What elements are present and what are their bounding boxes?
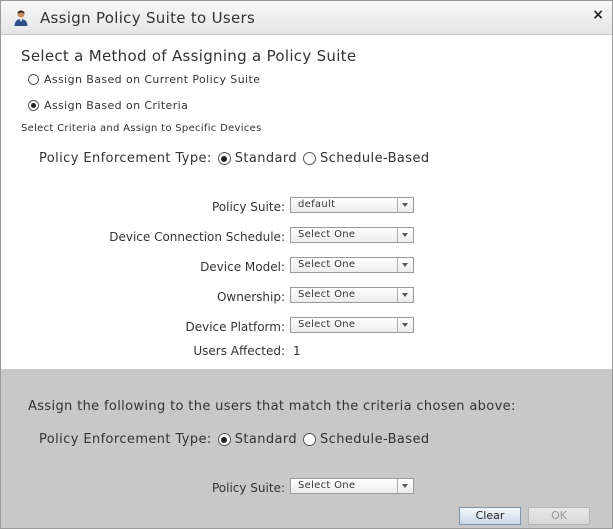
assign-enforcement-standard-label: Standard bbox=[234, 432, 298, 447]
ownership-select[interactable]: Select One bbox=[290, 287, 414, 303]
criteria-subtext: Select Criteria and Assign to Specific D… bbox=[21, 123, 262, 134]
assign-enforcement-standard-option[interactable]: Standard bbox=[217, 432, 298, 447]
chevron-down-icon[interactable] bbox=[397, 258, 413, 272]
enforcement-standard-label: Standard bbox=[234, 151, 298, 166]
enforcement-type-label: Policy Enforcement Type: bbox=[39, 151, 212, 166]
chevron-down-icon[interactable] bbox=[397, 479, 413, 493]
assign-section bbox=[1, 369, 612, 528]
device-model-select[interactable]: Select One bbox=[290, 257, 414, 273]
connection-schedule-value: Select One bbox=[298, 229, 356, 240]
clear-button[interactable]: Clear bbox=[459, 507, 521, 525]
device-platform-label: Device Platform: bbox=[185, 320, 285, 334]
device-model-value: Select One bbox=[298, 259, 356, 270]
option-current-policy-suite[interactable]: Assign Based on Current Policy Suite bbox=[28, 73, 260, 86]
assign-heading: Assign the following to the users that m… bbox=[28, 399, 516, 414]
assign-policy-dialog: Assign Policy Suite to Users × Select a … bbox=[0, 0, 613, 529]
assign-policy-suite-select[interactable]: Select One bbox=[290, 478, 414, 494]
close-icon[interactable]: × bbox=[592, 7, 604, 23]
radio-enforcement-standard[interactable] bbox=[217, 152, 231, 165]
radio-assign-enforcement-standard[interactable] bbox=[217, 433, 231, 446]
user-icon bbox=[13, 9, 29, 27]
option-criteria-label: Assign Based on Criteria bbox=[44, 99, 189, 112]
radio-current-policy-suite[interactable] bbox=[28, 74, 39, 85]
assign-policy-suite-value: Select One bbox=[298, 480, 356, 491]
assign-enforcement-schedule-option[interactable]: Schedule-Based bbox=[303, 432, 429, 447]
users-affected-label: Users Affected: bbox=[193, 344, 285, 358]
device-model-label: Device Model: bbox=[200, 260, 285, 274]
enforcement-standard-option[interactable]: Standard bbox=[217, 151, 298, 166]
ok-button[interactable]: OK bbox=[528, 507, 590, 525]
enforcement-schedule-label: Schedule-Based bbox=[320, 151, 430, 166]
ownership-label: Ownership: bbox=[216, 290, 285, 304]
method-heading: Select a Method of Assigning a Policy Su… bbox=[21, 47, 357, 65]
radio-criteria[interactable] bbox=[28, 100, 39, 111]
assign-enforcement-type-label: Policy Enforcement Type: bbox=[39, 432, 212, 447]
radio-assign-enforcement-schedule[interactable] bbox=[303, 433, 317, 446]
assign-enforcement-schedule-label: Schedule-Based bbox=[320, 432, 430, 447]
device-platform-select[interactable]: Select One bbox=[290, 317, 414, 333]
assign-policy-suite-label: Policy Suite: bbox=[211, 481, 285, 495]
chevron-down-icon[interactable] bbox=[397, 228, 413, 242]
ownership-value: Select One bbox=[298, 289, 356, 300]
users-affected-value: 1 bbox=[293, 344, 301, 358]
policy-suite-select[interactable]: default bbox=[290, 197, 414, 213]
option-current-label: Assign Based on Current Policy Suite bbox=[44, 73, 261, 86]
chevron-down-icon[interactable] bbox=[397, 198, 413, 212]
connection-schedule-select[interactable]: Select One bbox=[290, 227, 414, 243]
policy-suite-value: default bbox=[298, 199, 336, 210]
enforcement-schedule-option[interactable]: Schedule-Based bbox=[303, 151, 429, 166]
device-platform-value: Select One bbox=[298, 319, 356, 330]
option-criteria[interactable]: Assign Based on Criteria bbox=[28, 99, 188, 112]
criteria-enforcement-type: Policy Enforcement Type: Standard Schedu… bbox=[39, 151, 436, 166]
chevron-down-icon[interactable] bbox=[397, 318, 413, 332]
chevron-down-icon[interactable] bbox=[397, 288, 413, 302]
policy-suite-label: Policy Suite: bbox=[211, 200, 285, 214]
assign-enforcement-type: Policy Enforcement Type: Standard Schedu… bbox=[39, 432, 436, 447]
dialog-title: Assign Policy Suite to Users bbox=[40, 9, 256, 27]
radio-enforcement-schedule[interactable] bbox=[303, 152, 317, 165]
connection-schedule-label: Device Connection Schedule: bbox=[109, 230, 285, 244]
title-bar: Assign Policy Suite to Users × bbox=[1, 1, 612, 35]
